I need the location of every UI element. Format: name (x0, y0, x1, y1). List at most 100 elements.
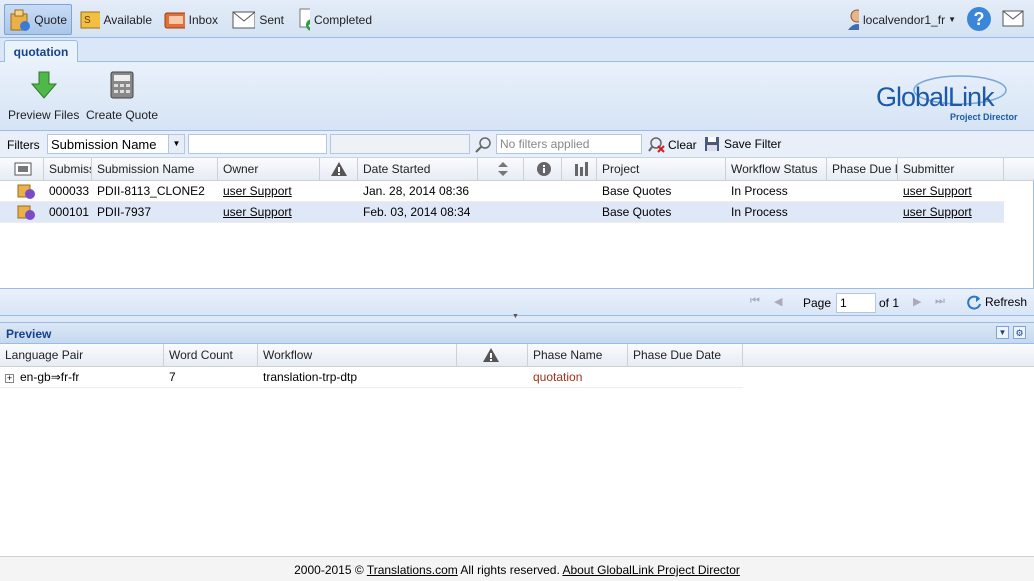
header-warning-col[interactable] (320, 158, 358, 181)
cell-phase-due-date (628, 367, 633, 388)
header-info-col[interactable] (524, 158, 562, 181)
cell-owner-link[interactable]: user Support (218, 202, 292, 223)
clear-filter-button[interactable]: Clear (648, 136, 697, 154)
cell-submission-name: PDII-8113_CLONE2 (97, 184, 205, 198)
header-workflow-status[interactable]: Workflow Status (726, 158, 827, 181)
preview-files-label: Preview Files (8, 108, 80, 122)
user-avatar-icon (848, 9, 860, 30)
submission-status-icon (12, 182, 37, 203)
header-language-pair[interactable]: Language Pair (0, 344, 164, 367)
user-menu[interactable]: localvendor1_fr ▼ (842, 4, 960, 35)
header-owner[interactable]: Owner (218, 158, 320, 181)
header-phase-name[interactable]: Phase Name (528, 344, 628, 367)
cell-date-started: Feb. 03, 2014 08:34 (363, 205, 471, 219)
cell-submission-id: 000033 (49, 184, 90, 198)
clear-label: Clear (668, 138, 697, 152)
chevron-down-icon[interactable]: ▼ (168, 135, 184, 153)
preview-panel-header: Preview ▼ ⚙ (0, 322, 1034, 344)
calculator-icon (110, 71, 134, 99)
filter-field-select[interactable]: Submission Name ▼ (47, 134, 185, 154)
quote-icon (10, 9, 30, 31)
logo-text: GlobalLink (876, 82, 995, 112)
filter-summary-field[interactable]: No filters applied (496, 134, 642, 154)
sent-icon (232, 11, 256, 28)
sort-arrows-icon (498, 162, 508, 176)
first-page-icon[interactable]: ⏮ (750, 295, 760, 308)
refresh-button[interactable]: Refresh (966, 294, 1027, 310)
header-phase-due-date[interactable]: Phase Due Date (628, 344, 743, 367)
header-warning-col[interactable] (457, 344, 528, 367)
refresh-label: Refresh (985, 295, 1028, 309)
header-date-started[interactable]: Date Started (358, 158, 478, 181)
header-priority-col[interactable] (478, 158, 524, 181)
header-submission[interactable]: Submission (44, 158, 92, 181)
cell-workflow-status: In Process (731, 184, 788, 198)
help-icon[interactable]: ? (967, 7, 991, 31)
cell-phase-name: quotation (533, 370, 583, 384)
cell-workflow-status: In Process (731, 205, 788, 219)
table-row[interactable]: + en-gb⇒fr-fr 7 translation-trp-dtp quot… (0, 367, 743, 388)
user-name: localvendor1_fr (863, 12, 946, 27)
header-workflow[interactable]: Workflow (258, 344, 457, 367)
card-icon (14, 162, 32, 176)
preview-files-button[interactable]: Preview Files (8, 70, 79, 122)
nav-available-button[interactable]: S Available (76, 4, 156, 35)
mail-icon[interactable] (1002, 10, 1024, 31)
submissions-grid: Submission Submission Name Owner Date St… (0, 158, 1034, 288)
cell-language-pair: en-gb⇒fr-fr (20, 370, 80, 384)
preview-grid-header: Language Pair Word Count Workflow Phase … (0, 344, 1034, 367)
nav-available-label: Available (103, 12, 152, 27)
tab-strip: quotation (0, 38, 1034, 62)
preview-grid: Language Pair Word Count Workflow Phase … (0, 344, 1034, 556)
cell-submitter-link[interactable]: user Support (898, 181, 972, 202)
completed-icon (299, 8, 310, 31)
header-word-count[interactable]: Word Count (164, 344, 258, 367)
last-page-icon[interactable]: ⏭ (935, 295, 945, 308)
footer-rights: All rights reserved. (460, 563, 560, 577)
clear-filter-icon (648, 137, 665, 153)
nav-quote-button[interactable]: Quote (4, 4, 72, 35)
cell-submission-name: PDII-7937 (97, 205, 152, 219)
create-quote-button[interactable]: Create Quote (86, 70, 158, 122)
next-page-icon[interactable]: ▶ (913, 295, 921, 308)
tab-quotation[interactable]: quotation (4, 40, 78, 62)
translations-link[interactable]: Translations.com (367, 563, 458, 577)
header-stats-col[interactable] (562, 158, 597, 181)
expand-icon[interactable]: + (0, 367, 14, 388)
header-submitter[interactable]: Submitter (898, 158, 1004, 181)
warning-icon (483, 348, 499, 362)
cell-workflow: translation-trp-dtp (263, 370, 358, 384)
top-nav: Quote S Available Inbox Sent Completed l… (0, 0, 1034, 38)
preview-title: Preview (6, 327, 52, 341)
available-icon: S (80, 11, 100, 28)
header-submission-name[interactable]: Submission Name (92, 158, 218, 181)
cell-date-started: Jan. 28, 2014 08:36 (363, 184, 470, 198)
table-row[interactable]: 000033 PDII-8113_CLONE2 user Support Jan… (0, 181, 1004, 202)
cell-owner-link[interactable]: user Support (218, 181, 292, 202)
cell-submitter-link[interactable]: user Support (898, 202, 972, 223)
nav-completed-button[interactable]: Completed (294, 4, 376, 35)
about-link[interactable]: About GlobalLink Project Director (562, 563, 739, 577)
filter-field-value: Submission Name (51, 137, 157, 152)
header-icon-col[interactable] (0, 158, 44, 181)
header-phase-due-date[interactable]: Phase Due Date (827, 158, 898, 181)
header-project[interactable]: Project (597, 158, 726, 181)
page-number-input[interactable]: 1 (836, 293, 876, 313)
globallink-logo: GlobalLink Project Director (870, 72, 1030, 122)
save-filter-button[interactable]: Save Filter (704, 136, 781, 152)
nav-inbox-button[interactable]: Inbox (160, 4, 222, 35)
cell-project: Base Quotes (602, 184, 672, 198)
table-row[interactable]: 000101 PDII-7937 user Support Feb. 03, 2… (0, 202, 1004, 223)
search-icon[interactable] (475, 136, 493, 157)
filters-label: Filters (7, 138, 40, 152)
collapse-panel-icon[interactable]: ▼ (996, 326, 1009, 339)
nav-inbox-label: Inbox (188, 12, 218, 27)
prev-page-icon[interactable]: ◀ (774, 295, 782, 308)
filter-text-input[interactable] (188, 134, 327, 154)
down-arrow-icon (30, 71, 57, 99)
gear-icon[interactable]: ⚙ (1013, 326, 1026, 339)
cell-word-count: 7 (169, 370, 176, 384)
filter-value-input[interactable] (330, 134, 470, 154)
nav-sent-button[interactable]: Sent (228, 4, 288, 35)
collapse-arrow-icon[interactable]: ▼ (512, 313, 519, 320)
